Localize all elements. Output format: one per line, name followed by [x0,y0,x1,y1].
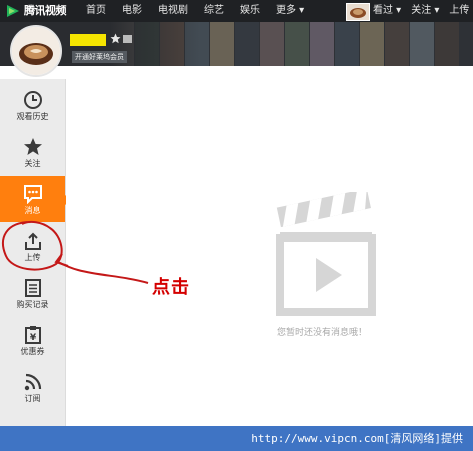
annotation-arrow [57,261,149,284]
annotation-circle [2,220,63,271]
annotation-layer [2,220,149,284]
annotation-label: 点击 [152,277,190,298]
watermark-text: http://www.vipcn.com[清风网络]提供 [251,432,463,445]
app-window: 腾讯视频 首页 电影 电视剧 综艺 娱乐 更多 ▾ 看过 ▾ 关注 ▾ 上传 开… [0,0,473,451]
watermark-footer: http://www.vipcn.com[清风网络]提供 [0,426,473,451]
